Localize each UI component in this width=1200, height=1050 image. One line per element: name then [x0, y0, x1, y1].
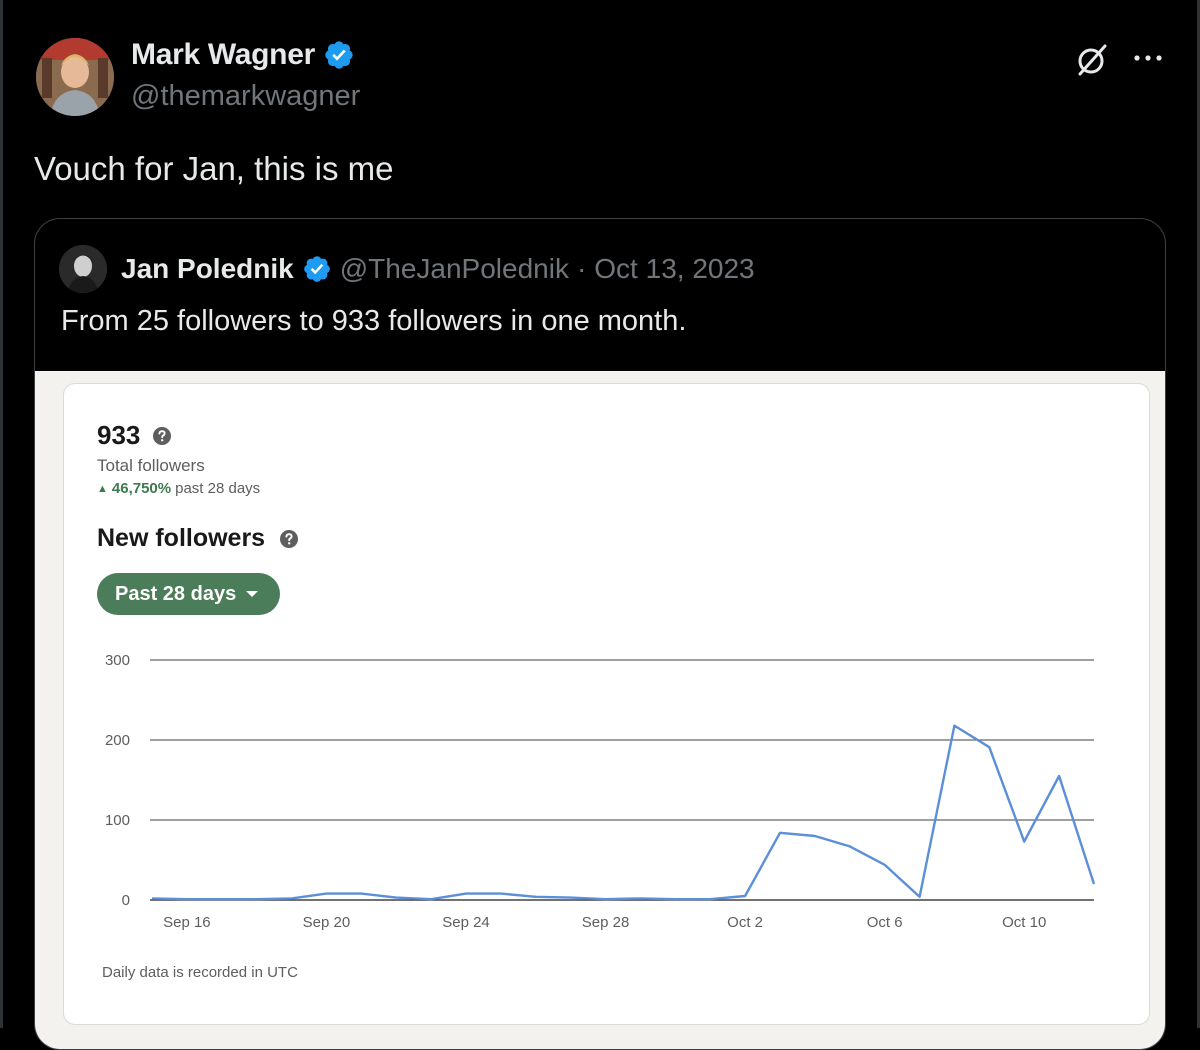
y-tick-label: 300 — [105, 652, 130, 669]
growth-up-arrow-icon: ▲ — [97, 483, 108, 495]
more-horizontal-icon[interactable] — [1128, 48, 1168, 68]
new-followers-title: New followers — [97, 524, 265, 553]
x-tick-label: Sep 24 — [442, 914, 490, 931]
new-followers-header: New followers — [97, 524, 299, 553]
date-range-dropdown[interactable]: Past 28 days — [97, 573, 280, 615]
author-avatar[interactable] — [36, 38, 114, 116]
x-tick-label: Oct 10 — [1002, 914, 1046, 931]
total-followers-label: Total followers — [97, 456, 205, 476]
y-tick-label: 0 — [122, 892, 130, 909]
y-tick-label: 200 — [105, 732, 130, 749]
growth-period: past 28 days — [175, 480, 260, 497]
author-name[interactable]: Mark Wagner — [131, 38, 315, 72]
separator-dot: · — [577, 253, 586, 285]
x-tick-label: Sep 16 — [163, 914, 211, 931]
quoted-tweet-image[interactable]: 933 Total followers ▲ 46,750% past 28 da… — [35, 371, 1165, 1050]
chart-footnote: Daily data is recorded in UTC — [102, 964, 298, 981]
x-tick-label: Oct 6 — [867, 914, 903, 931]
quoted-tweet-header: Jan Polednik @TheJanPolednik · Oct 13, 2… — [59, 245, 755, 293]
x-tick-label: Sep 28 — [582, 914, 630, 931]
date-range-label: Past 28 days — [115, 583, 236, 606]
quoted-tweet-date[interactable]: Oct 13, 2023 — [594, 253, 754, 285]
growth-row: ▲ 46,750% past 28 days — [97, 480, 260, 497]
verified-badge-icon — [323, 39, 355, 71]
grok-slash-circle-icon[interactable] — [1074, 42, 1110, 78]
growth-value: 46,750% — [112, 480, 171, 497]
new-followers-chart: 0 100 200 300 Sep 16 Sep 20 Sep 24 Sep 28 Oct 2 O… — [64, 634, 1149, 944]
quoted-author-name[interactable]: Jan Polednik — [121, 253, 294, 285]
author-handle[interactable]: @themarkwagner — [131, 80, 360, 113]
caret-down-icon — [246, 591, 258, 597]
author-name-row: Mark Wagner — [131, 38, 355, 72]
x-tick-label: Sep 20 — [303, 914, 351, 931]
quoted-author-avatar[interactable] — [59, 245, 107, 293]
x-tick-label: Oct 2 — [727, 914, 763, 931]
question-circle-icon[interactable] — [279, 529, 299, 549]
total-followers-row: 933 — [97, 420, 172, 451]
quoted-tweet-card[interactable]: Jan Polednik @TheJanPolednik · Oct 13, 2… — [34, 218, 1166, 1050]
series-line — [152, 726, 1094, 900]
total-followers-value: 933 — [97, 420, 140, 451]
question-circle-icon[interactable] — [152, 426, 172, 446]
y-tick-label: 100 — [105, 812, 130, 829]
tweet-text: Vouch for Jan, this is me — [34, 150, 394, 188]
verified-badge-icon — [302, 254, 332, 284]
analytics-card: 933 Total followers ▲ 46,750% past 28 da… — [63, 383, 1150, 1025]
quoted-author-handle[interactable]: @TheJanPolednik — [340, 253, 569, 285]
quoted-tweet-text: From 25 followers to 933 followers in on… — [61, 305, 686, 338]
frame-left-edge — [0, 0, 3, 1028]
